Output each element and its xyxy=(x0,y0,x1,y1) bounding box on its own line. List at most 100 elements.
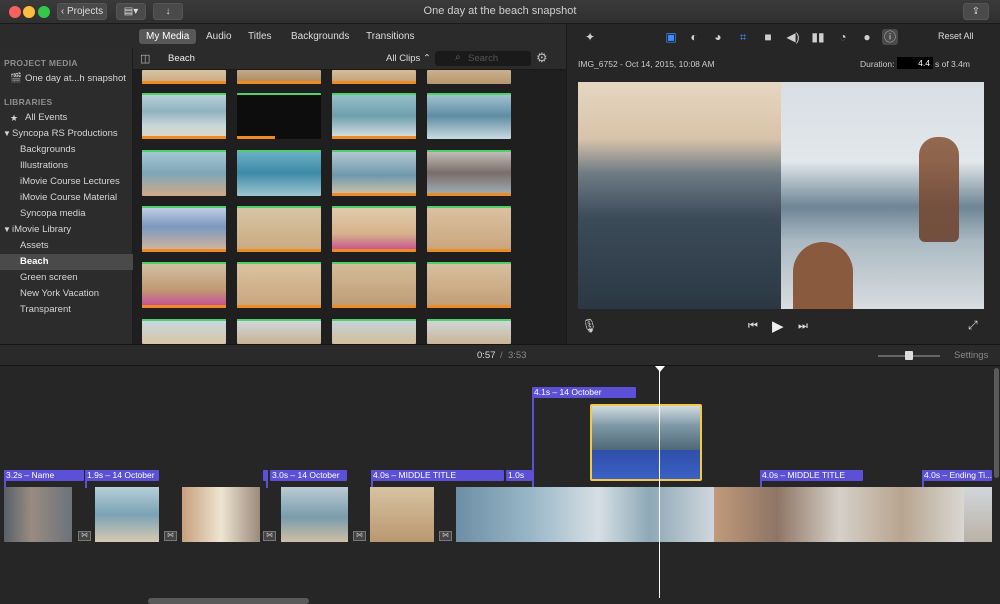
gear-icon[interactable]: ⚙ xyxy=(536,50,548,66)
timeline-clip[interactable] xyxy=(4,487,72,542)
playhead[interactable] xyxy=(659,366,660,598)
clip-thumbnail[interactable] xyxy=(332,206,416,252)
clip-thumbnail[interactable] xyxy=(427,262,511,308)
color-balance-icon[interactable]: ◐ xyxy=(686,29,702,45)
clip-thumbnail[interactable] xyxy=(332,319,416,344)
sidebar-item-syncopa-media[interactable]: Syncopa media xyxy=(0,206,133,222)
stabilization-icon[interactable]: ■ xyxy=(760,29,776,45)
clip-thumbnail[interactable] xyxy=(237,262,321,308)
title-clip-ending[interactable]: 4.0s – Ending Ti... xyxy=(922,470,992,481)
timeline-clip[interactable] xyxy=(714,487,964,542)
clip-thumbnail[interactable] xyxy=(142,150,226,196)
clip-thumbnail[interactable] xyxy=(427,93,511,139)
sidebar-item-project[interactable]: 🎬 One day at...h snapshot xyxy=(0,71,133,87)
sidebar-toggle-icon[interactable]: ◫ xyxy=(140,52,150,65)
tab-backgrounds[interactable]: Backgrounds xyxy=(284,29,356,44)
timeline-clip[interactable] xyxy=(370,487,434,542)
clip-thumbnail[interactable] xyxy=(332,150,416,196)
clip-thumbnail[interactable] xyxy=(332,262,416,308)
playhead-marker-icon[interactable] xyxy=(655,366,665,372)
sidebar-item-beach[interactable]: Beach xyxy=(0,254,133,270)
title-clip-14-october[interactable]: 1.9s – 14 October xyxy=(85,470,159,481)
sidebar-library-syncopa[interactable]: ▼ Syncopa RS Productions xyxy=(0,126,133,142)
timeline-clip[interactable] xyxy=(281,487,348,542)
vertical-scrollbar[interactable] xyxy=(994,368,999,478)
clip-thumbnail[interactable] xyxy=(427,206,511,252)
skip-forward-icon[interactable]: ⏭ xyxy=(798,320,808,333)
color-correction-icon[interactable]: ◕ xyxy=(710,29,726,45)
share-icon: ⇪ xyxy=(971,6,981,17)
transition-icon[interactable]: ⋈ xyxy=(353,531,366,541)
timeline-clip[interactable] xyxy=(964,487,992,542)
transition-icon[interactable]: ⋈ xyxy=(78,531,91,541)
sidebar-item-course-lectures[interactable]: iMovie Course Lectures xyxy=(0,174,133,190)
clip-thumbnail[interactable] xyxy=(142,93,226,139)
disclosure-triangle-icon[interactable]: ▼ xyxy=(3,222,11,238)
clip-filter-select[interactable]: All Clips ⌃ xyxy=(386,53,431,64)
zoom-slider-knob[interactable] xyxy=(905,351,913,360)
clip-thumbnail[interactable] xyxy=(427,150,511,196)
sidebar-item-assets[interactable]: Assets xyxy=(0,238,133,254)
sidebar-library-imovie[interactable]: ▼ iMovie Library xyxy=(0,222,133,238)
noise-icon[interactable]: ● xyxy=(859,29,875,45)
speed-icon[interactable]: ◔ xyxy=(835,29,851,45)
clip-thumbnail[interactable] xyxy=(237,93,321,139)
settings-button[interactable]: Settings xyxy=(954,350,988,361)
clip-thumbnail[interactable] xyxy=(142,262,226,308)
crop-icon[interactable]: ⌗ xyxy=(735,29,751,45)
title-clip-name[interactable]: 3.2s – Name xyxy=(4,470,84,481)
title-clip-14-october[interactable]: 3.0s – 14 October xyxy=(270,470,347,481)
microphone-icon[interactable]: 🎙 xyxy=(581,318,598,334)
sidebar-item-green-screen[interactable]: Green screen xyxy=(0,270,133,286)
clip-thumbnail[interactable] xyxy=(237,70,321,84)
clip-thumbnail[interactable] xyxy=(142,70,226,84)
title-clip-connected[interactable]: 4.1s – 14 October xyxy=(532,387,636,398)
title-clip-middle-title[interactable]: 4.0s – MIDDLE TITLE xyxy=(371,470,504,481)
clip-thumbnail[interactable] xyxy=(332,93,416,139)
zoom-slider[interactable] xyxy=(878,351,940,360)
sidebar-item-backgrounds[interactable]: Backgrounds xyxy=(0,142,133,158)
magic-wand-icon[interactable]: ✦ xyxy=(582,29,598,45)
tab-my-media[interactable]: My Media xyxy=(139,29,197,44)
transition-icon[interactable]: ⋈ xyxy=(164,531,177,541)
horizontal-scrollbar[interactable] xyxy=(148,598,309,604)
clip-thumbnail[interactable] xyxy=(332,70,416,84)
sidebar-item-transparent[interactable]: Transparent xyxy=(0,302,133,318)
sidebar-item-new-york[interactable]: New York Vacation xyxy=(0,286,133,302)
clip-thumbnail[interactable] xyxy=(427,319,511,344)
search-field[interactable]: ⌕ Search xyxy=(435,51,531,66)
tab-transitions[interactable]: Transitions xyxy=(359,29,422,44)
sidebar-item-course-material[interactable]: iMovie Course Material xyxy=(0,190,133,206)
duration-suffix: s of 3.4m xyxy=(935,59,970,69)
info-icon[interactable]: ⓘ xyxy=(882,29,898,45)
fullscreen-icon[interactable]: ⤢ xyxy=(968,318,978,333)
disclosure-triangle-icon[interactable]: ▼ xyxy=(3,126,11,142)
clip-thumbnail[interactable] xyxy=(237,150,321,196)
skip-back-icon[interactable]: ⏮ xyxy=(748,320,758,333)
title-clip-short[interactable]: 1.0s xyxy=(506,470,532,481)
volume-icon[interactable]: ◀) xyxy=(785,29,801,45)
clip-thumbnail[interactable] xyxy=(427,70,511,84)
clip-thumbnail[interactable] xyxy=(237,206,321,252)
transition-icon[interactable]: ⋈ xyxy=(263,531,276,541)
clip-thumbnail[interactable] xyxy=(237,319,321,344)
duration-label: Duration: xyxy=(860,59,895,69)
connected-clip-selected[interactable] xyxy=(590,404,702,481)
tab-titles[interactable]: Titles xyxy=(241,29,279,44)
timeline-clip[interactable] xyxy=(95,487,159,542)
transition-icon[interactable]: ⋈ xyxy=(439,531,452,541)
duration-field[interactable]: 4.4 xyxy=(897,57,933,69)
timeline-clip[interactable] xyxy=(456,487,714,542)
clip-thumbnail[interactable] xyxy=(142,319,226,344)
timeline-clip[interactable] xyxy=(182,487,260,542)
equalizer-icon[interactable]: ▮▮ xyxy=(810,29,826,45)
sidebar-item-illustrations[interactable]: Illustrations xyxy=(0,158,133,174)
title-clip-middle-title[interactable]: 4.0s – MIDDLE TITLE xyxy=(760,470,863,481)
reset-all-button[interactable]: Reset All xyxy=(938,31,974,41)
clip-thumbnail[interactable] xyxy=(142,206,226,252)
sidebar-item-all-events[interactable]: ★ All Events xyxy=(0,110,133,126)
play-icon[interactable]: ▶ xyxy=(772,317,784,335)
crop-rect-icon[interactable]: ▣ xyxy=(663,29,679,45)
tab-audio[interactable]: Audio xyxy=(199,29,239,44)
share-button[interactable]: ⇪ xyxy=(963,3,989,20)
